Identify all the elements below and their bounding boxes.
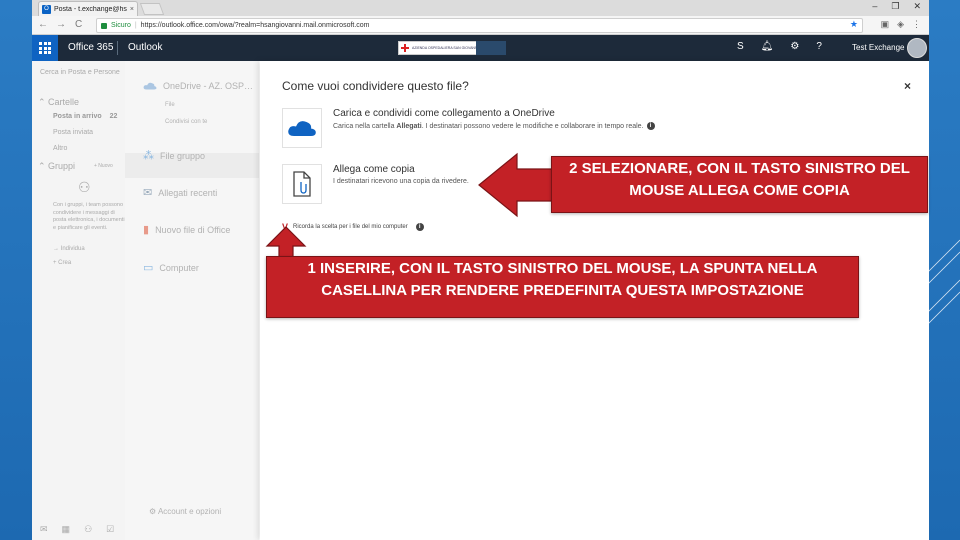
new-group-link[interactable]: + Nuovo xyxy=(94,163,113,169)
groups-description: Con i gruppi, i team possono condividere… xyxy=(53,202,125,231)
window-controls: – ❐ ✕ xyxy=(872,1,921,12)
menu-icon[interactable]: ⋮ xyxy=(912,19,921,30)
gear-icon: ⚙ xyxy=(149,507,158,516)
region-logo xyxy=(476,41,506,55)
avatar[interactable] xyxy=(907,38,927,58)
callout-arrow-left xyxy=(478,152,557,218)
back-button[interactable]: ← xyxy=(38,19,48,30)
close-window-button[interactable]: ✕ xyxy=(913,1,921,12)
header-divider xyxy=(117,41,118,55)
folder-sent[interactable]: Posta inviata xyxy=(53,129,93,136)
app-name[interactable]: Outlook xyxy=(128,42,162,53)
extension-icons: ▣ ◈ ⋮ xyxy=(881,19,921,30)
cross-logo-icon xyxy=(401,44,409,52)
gear-icon[interactable]: ⚙ xyxy=(790,41,799,52)
option-onedrive-title: Carica e condividi come collegamento a O… xyxy=(333,108,555,119)
outlook-favicon-icon: O xyxy=(42,4,51,14)
onedrive-cloud-icon xyxy=(282,108,322,148)
source-new-office-file[interactable]: ▮ Nuovo file di Office xyxy=(143,223,230,236)
office365-brand[interactable]: Office 365 xyxy=(68,42,113,53)
callout-arrow-up xyxy=(265,226,307,258)
attach-source-pane: OneDrive - AZ. OSP… File Condivisi con t… xyxy=(125,61,259,540)
folder-more[interactable]: Altro xyxy=(53,145,67,152)
dialog-title: Come vuoi condividere questo file? xyxy=(282,79,469,93)
close-icon[interactable]: × xyxy=(904,79,911,93)
folder-pane: Cerca in Posta e Persone ⌃ Cartelle Post… xyxy=(32,61,127,540)
onedrive-icon xyxy=(143,82,157,90)
reload-button[interactable]: C xyxy=(75,19,82,30)
source-computer[interactable]: ▭ Computer xyxy=(143,261,199,274)
remember-choice-label: Ricorda la scelta per i file del mio com… xyxy=(293,224,408,230)
office-icon: ▮ xyxy=(143,224,150,236)
source-onedrive-shared[interactable]: Condivisi con te xyxy=(165,119,207,125)
envelope-icon: ✉ xyxy=(143,187,153,199)
url-text: https://outlook.office.com/owa/?realm=hs… xyxy=(140,22,370,29)
maximize-button[interactable]: ❐ xyxy=(891,1,899,12)
folder-inbox[interactable]: Posta in arrivo 22 xyxy=(53,113,117,120)
url-separator: | xyxy=(134,22,137,29)
tab-title: Posta - t.exchange@hsan xyxy=(54,5,127,13)
people-icon: ⚇ xyxy=(78,179,91,195)
account-options-link[interactable]: ⚙ Account e opzioni xyxy=(149,507,221,516)
group-icon: ⁂ xyxy=(143,150,154,162)
tab-close-icon[interactable]: × xyxy=(130,6,134,13)
option-attach-copy[interactable]: Allega come copia I destinatari ricevono… xyxy=(282,164,469,204)
minimize-button[interactable]: – xyxy=(872,1,877,12)
chevron-down-icon: ⌃ xyxy=(38,97,49,107)
attachment-file-icon xyxy=(282,164,322,204)
url-field[interactable]: Sicuro | https://outlook.office.com/owa/… xyxy=(96,18,863,33)
chevron-down-icon: ⌃ xyxy=(38,161,49,171)
bookmark-star-icon[interactable]: ★ xyxy=(850,19,858,30)
office365-header: Office 365 Outlook AZIENDA OSPEDALIERA S… xyxy=(32,35,929,61)
calendar-icon[interactable]: ▦ xyxy=(62,524,71,535)
create-link[interactable]: + Crea xyxy=(53,260,71,266)
people-icon[interactable]: ⚇ xyxy=(84,524,92,535)
bell-icon[interactable]: 🔔︎ xyxy=(761,41,774,52)
option-upload-onedrive[interactable]: Carica e condividi come collegamento a O… xyxy=(282,108,655,148)
user-name[interactable]: Test Exchange xyxy=(852,43,904,52)
module-switcher: ✉ ▦ ⚇ ☑ xyxy=(40,524,114,535)
option-onedrive-desc: Carica nella cartella Allegati. I destin… xyxy=(333,122,655,130)
source-onedrive-files[interactable]: File xyxy=(165,102,175,108)
source-group-files[interactable]: ⁂ File gruppo xyxy=(143,149,205,162)
help-icon[interactable]: ? xyxy=(816,41,822,52)
address-toolbar: ← → C Sicuro | https://outlook.office.co… xyxy=(32,16,929,35)
header-icons: S 🔔︎ ⚙ ? xyxy=(737,41,822,52)
folders-header[interactable]: ⌃ Cartelle xyxy=(38,97,79,108)
extension-icon[interactable]: ◈ xyxy=(897,19,904,30)
new-tab-button[interactable] xyxy=(139,3,165,15)
info-icon[interactable]: i xyxy=(646,122,655,130)
explore-link[interactable]: → Individua xyxy=(53,246,85,252)
monitor-icon: ▭ xyxy=(143,262,154,274)
instruction-callout-step2: 2 SELEZIONARE, CON IL TASTO SINISTRO DEL… xyxy=(551,156,928,213)
extension-icon[interactable]: ▣ xyxy=(881,19,890,30)
secure-label: Sicuro xyxy=(111,22,131,29)
option-copy-desc: I destinatari ricevono una copia da rive… xyxy=(333,178,469,185)
browser-tabbar: O Posta - t.exchange@hsan × – ❐ ✕ xyxy=(32,0,929,16)
source-onedrive[interactable]: OneDrive - AZ. OSP… xyxy=(143,81,253,91)
lock-icon xyxy=(101,22,107,29)
skype-icon[interactable]: S xyxy=(737,41,744,52)
forward-button[interactable]: → xyxy=(56,19,66,30)
option-copy-title: Allega come copia xyxy=(333,164,415,175)
mail-icon[interactable]: ✉ xyxy=(40,524,48,535)
app-launcher-icon[interactable] xyxy=(32,35,58,61)
browser-tab[interactable]: O Posta - t.exchange@hsan × xyxy=(38,1,138,16)
info-icon[interactable]: i xyxy=(415,223,424,231)
tasks-icon[interactable]: ☑ xyxy=(106,524,114,535)
search-input[interactable]: Cerca in Posta e Persone xyxy=(40,69,120,76)
groups-header[interactable]: ⌃ Gruppi xyxy=(38,161,75,172)
source-recent-attachments[interactable]: ✉ Allegati recenti xyxy=(143,186,217,199)
instruction-callout-step1: 1 INSERIRE, CON IL TASTO SINISTRO DEL MO… xyxy=(266,256,859,318)
